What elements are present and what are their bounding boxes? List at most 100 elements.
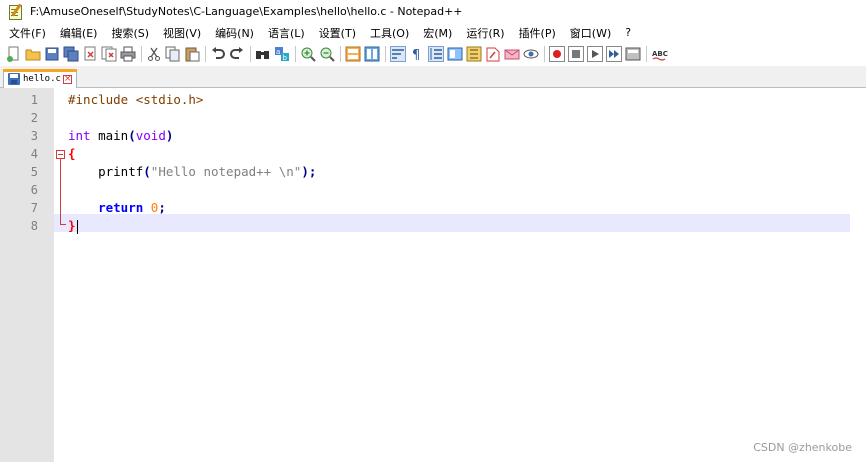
zoom-out-icon[interactable] (319, 46, 335, 62)
toolbar-separator (141, 46, 142, 62)
zoom-in-icon[interactable] (300, 46, 316, 62)
close-tab-icon[interactable]: × (62, 74, 72, 84)
sync-horizontal-icon[interactable] (364, 46, 380, 62)
function-list-icon[interactable] (466, 46, 482, 62)
toolbar: ab ¶ ABC (0, 43, 866, 65)
indent-guide-icon[interactable] (428, 46, 444, 62)
record-macro-icon[interactable] (549, 46, 565, 62)
folder-workspace-icon[interactable] (485, 46, 501, 62)
toolbar-separator (205, 46, 206, 62)
line-number: 5 (30, 165, 38, 179)
paren: ( (143, 164, 151, 179)
toolbar-separator (295, 46, 296, 62)
save-icon[interactable] (44, 46, 60, 62)
cut-icon[interactable] (146, 46, 162, 62)
line-number: 4 (30, 147, 38, 161)
new-file-icon[interactable] (6, 46, 22, 62)
current-line-highlight (54, 214, 850, 232)
monitoring-icon[interactable] (504, 46, 520, 62)
find-icon[interactable] (255, 46, 271, 62)
toolbar-separator (385, 46, 386, 62)
line-number: 2 (30, 111, 38, 125)
menu-tools[interactable]: 工具(O) (363, 25, 416, 41)
paren: ) (301, 164, 309, 179)
preprocessor-directive: #include <stdio.h> (68, 92, 204, 107)
semicolon: ; (308, 164, 317, 179)
menu-file[interactable]: 文件(F) (0, 25, 53, 41)
menu-language[interactable]: 语言(L) (261, 25, 312, 41)
menu-view[interactable]: 视图(V) (156, 25, 208, 41)
fold-range-line (60, 159, 61, 224)
view-eye-icon[interactable] (523, 46, 539, 62)
doc-map-icon[interactable] (447, 46, 463, 62)
close-icon[interactable] (82, 46, 98, 62)
line-number: 8 (30, 219, 38, 233)
toolbar-separator (250, 46, 251, 62)
brace: } (68, 218, 76, 233)
toolbar-separator (544, 46, 545, 62)
close-all-icon[interactable] (101, 46, 117, 62)
undo-icon[interactable] (210, 46, 226, 62)
spell-check-icon[interactable]: ABC (651, 46, 671, 62)
menu-plugins[interactable]: 插件(P) (512, 25, 563, 41)
stop-macro-icon[interactable] (568, 46, 584, 62)
redo-icon[interactable] (229, 46, 245, 62)
line-number: 3 (30, 129, 38, 143)
svg-text:b: b (283, 54, 288, 62)
svg-text:a: a (276, 48, 280, 56)
line-number: 7 (30, 201, 38, 215)
code-line-1: #include <stdio.h> (68, 91, 203, 109)
line-number: 1 (30, 93, 38, 107)
word-wrap-icon[interactable] (390, 46, 406, 62)
string-literal: "Hello notepad++ \n" (150, 164, 302, 179)
menu-bar: 文件(F) 编辑(E) 搜索(S) 视图(V) 编码(N) 语言(L) 设置(T… (0, 22, 866, 43)
save-macro-icon[interactable] (625, 46, 641, 62)
identifier: main (90, 128, 129, 143)
print-icon[interactable] (120, 46, 136, 62)
run-macro-multiple-icon[interactable] (606, 46, 622, 62)
semicolon: ; (158, 200, 166, 215)
show-all-chars-icon[interactable]: ¶ (409, 46, 425, 62)
fold-margin (54, 88, 66, 462)
menu-run[interactable]: 运行(R) (459, 25, 511, 41)
menu-search[interactable]: 搜索(S) (104, 25, 156, 41)
menu-macro[interactable]: 宏(M) (416, 25, 459, 41)
toolbar-separator (646, 46, 647, 62)
replace-icon[interactable]: ab (274, 46, 290, 62)
svg-text:ABC: ABC (652, 50, 668, 58)
save-all-icon[interactable] (63, 46, 79, 62)
menu-settings[interactable]: 设置(T) (312, 25, 363, 41)
watermark: CSDN @zhenkobe (753, 441, 852, 454)
code-line-3: int main(void) (68, 127, 173, 145)
menu-edit[interactable]: 编辑(E) (53, 25, 105, 41)
fold-toggle-icon[interactable] (56, 150, 65, 159)
code-line-5: printf("Hello notepad++ \n"); (68, 163, 316, 181)
line-number: 6 (30, 183, 38, 197)
title-bar: F:\AmuseOneself\StudyNotes\C-Language\Ex… (0, 0, 866, 22)
window-title: F:\AmuseOneself\StudyNotes\C-Language\Ex… (30, 4, 463, 18)
copy-icon[interactable] (165, 46, 181, 62)
code-line-4: { (68, 145, 76, 163)
editor-area[interactable]: 1 2 3 4 5 6 7 8 #include <stdio.h> int m… (0, 88, 866, 462)
code-line-7: return 0; (68, 199, 166, 217)
paste-icon[interactable] (184, 46, 200, 62)
open-file-icon[interactable] (25, 46, 41, 62)
type-keyword: int (68, 128, 91, 143)
code-line-8: } (68, 217, 78, 235)
function-call: printf (98, 164, 144, 179)
play-macro-icon[interactable] (587, 46, 603, 62)
paren: ) (165, 128, 174, 143)
menu-window[interactable]: 窗口(W) (563, 25, 618, 41)
menu-help[interactable]: ? (618, 26, 638, 39)
tab-active-indicator (3, 69, 77, 72)
svg-text:¶: ¶ (412, 48, 420, 62)
file-saved-icon (8, 73, 20, 85)
tab-bar: hello.c × (0, 66, 866, 88)
sync-vertical-icon[interactable] (345, 46, 361, 62)
menu-encoding[interactable]: 编码(N) (208, 25, 261, 41)
tab-hello-c[interactable]: hello.c × (3, 69, 77, 88)
paren: ( (128, 128, 136, 143)
